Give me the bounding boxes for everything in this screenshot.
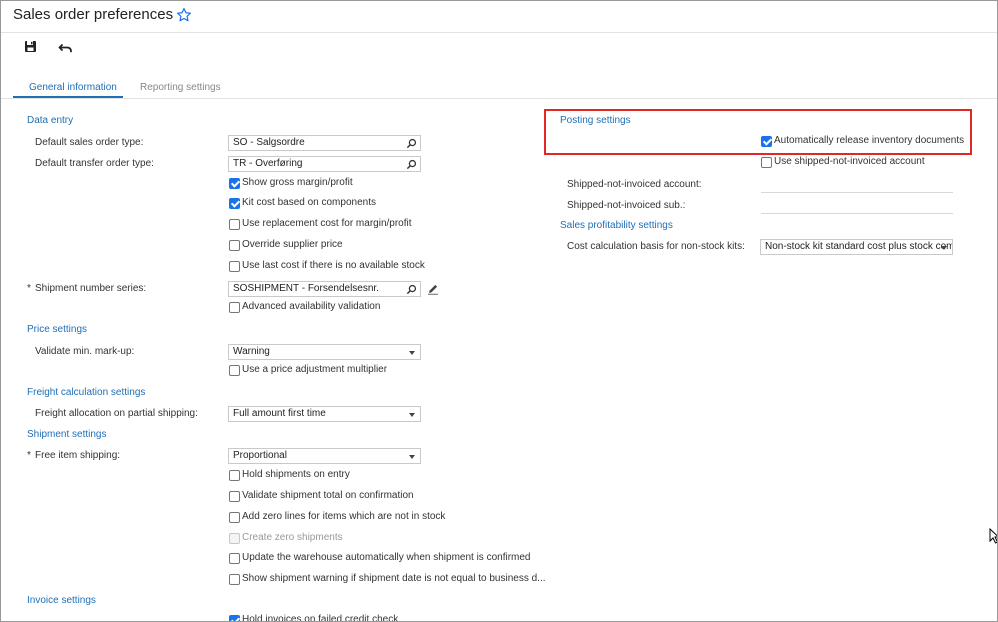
default-so-type-value: SO - Salgsordre [233,137,305,148]
star-outline-icon[interactable] [176,7,192,23]
chevron-down-icon [409,455,415,459]
kit-cost-checkbox[interactable] [229,198,240,209]
tab-reporting-settings[interactable]: Reporting settings [140,82,221,93]
save-icon[interactable] [22,39,42,57]
use-last-cost-label: Use last cost if there is no available s… [242,260,425,271]
default-so-type-label: Default sales order type: [35,137,144,148]
section-invoice-settings: Invoice settings [27,595,96,606]
use-shipped-not-invoiced-checkbox[interactable] [761,157,772,168]
shipped-not-invoiced-account-label: Shipped-not-invoiced account: [567,179,702,190]
create-zero-shipments-checkbox [229,533,240,544]
default-so-type-field[interactable]: SO - Salgsordre [228,135,421,151]
section-data-entry: Data entry [27,115,74,126]
page-title: Sales order preferences [13,6,174,23]
cost-basis-value: Non-stock kit standard cost plus stock c… [765,241,953,252]
search-icon[interactable] [406,284,417,295]
shipped-not-invoiced-sub-label: Shipped-not-invoiced sub.: [567,200,686,211]
section-sales-profitability: Sales profitability settings [560,220,673,231]
override-supplier-price-label: Override supplier price [242,239,343,250]
validate-markup-select[interactable]: Warning [228,344,421,360]
shipment-series-field[interactable]: SOSHIPMENT - Forsendelsesnr. [228,281,421,297]
replacement-cost-label: Use replacement cost for margin/profit [242,218,412,229]
shipment-warning-label: Show shipment warning if shipment date i… [242,573,546,584]
validate-markup-value: Warning [233,346,270,357]
shipment-warning-checkbox[interactable] [229,574,240,585]
hold-invoices-checkbox[interactable] [229,615,240,621]
advanced-availability-label: Advanced availability validation [242,301,381,312]
cost-basis-select[interactable]: Non-stock kit standard cost plus stock c… [760,239,953,255]
section-posting-settings: Posting settings [560,115,631,126]
hold-shipments-checkbox[interactable] [229,470,240,481]
show-gross-margin-checkbox[interactable] [229,178,240,189]
section-price-settings: Price settings [27,324,88,335]
update-warehouse-checkbox[interactable] [229,553,240,564]
search-icon[interactable] [406,138,417,149]
default-to-type-field[interactable]: TR - Overføring [228,156,421,172]
update-warehouse-label: Update the warehouse automatically when … [242,552,531,563]
freight-allocation-value: Full amount first time [233,408,326,419]
pencil-edit-icon[interactable] [427,283,439,295]
validate-shipment-total-checkbox[interactable] [229,491,240,502]
auto-release-inventory-checkbox[interactable] [761,136,772,147]
default-to-type-label: Default transfer order type: [35,158,154,169]
show-gross-margin-label: Show gross margin/profit [242,177,353,188]
freight-allocation-select[interactable]: Full amount first time [228,406,421,422]
free-item-shipping-value: Proportional [233,450,287,461]
shipped-not-invoiced-account-field[interactable] [761,192,953,193]
section-freight: Freight calculation settings [27,387,146,398]
default-to-type-value: TR - Overføring [233,158,303,169]
price-adjustment-checkbox[interactable] [229,365,240,376]
shipment-series-label: Shipment number series: [35,283,147,294]
shipped-not-invoiced-sub-field[interactable] [761,213,953,214]
tabs-divider [1,98,997,99]
search-icon[interactable] [406,159,417,170]
undo-icon[interactable] [57,39,77,57]
shipment-series-value: SOSHIPMENT - Forsendelsesnr. [233,283,379,294]
use-last-cost-checkbox[interactable] [229,261,240,272]
override-supplier-price-checkbox[interactable] [229,240,240,251]
kit-cost-label: Kit cost based on components [242,197,376,208]
advanced-availability-checkbox[interactable] [229,302,240,313]
validate-shipment-total-label: Validate shipment total on confirmation [242,490,414,501]
app-window: Sales order preferences General informat… [0,0,998,622]
chevron-down-icon [409,351,415,355]
freight-allocation-label: Freight allocation on partial shipping: [35,408,198,419]
replacement-cost-checkbox[interactable] [229,219,240,230]
mouse-cursor-icon [989,528,997,544]
tab-general-information[interactable]: General information [29,82,117,93]
section-shipment-settings: Shipment settings [27,429,107,440]
chevron-down-icon [409,413,415,417]
validate-markup-label: Validate min. mark-up: [35,346,135,357]
create-zero-shipments-label: Create zero shipments [242,532,343,543]
free-item-shipping-label: Free item shipping: [35,450,121,461]
auto-release-inventory-label: Automatically release inventory document… [774,135,965,146]
hold-invoices-label: Hold invoices on failed credit check [242,614,399,622]
header-divider [1,32,997,33]
required-marker: * [27,283,31,294]
hold-shipments-label: Hold shipments on entry [242,469,350,480]
add-zero-lines-label: Add zero lines for items which are not i… [242,511,446,522]
add-zero-lines-checkbox[interactable] [229,512,240,523]
use-shipped-not-invoiced-label: Use shipped-not-invoiced account [774,156,925,167]
chevron-down-icon [941,246,947,250]
required-marker: * [27,450,31,461]
free-item-shipping-select[interactable]: Proportional [228,448,421,464]
price-adjustment-label: Use a price adjustment multiplier [242,364,388,375]
cost-basis-label: Cost calculation basis for non-stock kit… [567,241,745,252]
